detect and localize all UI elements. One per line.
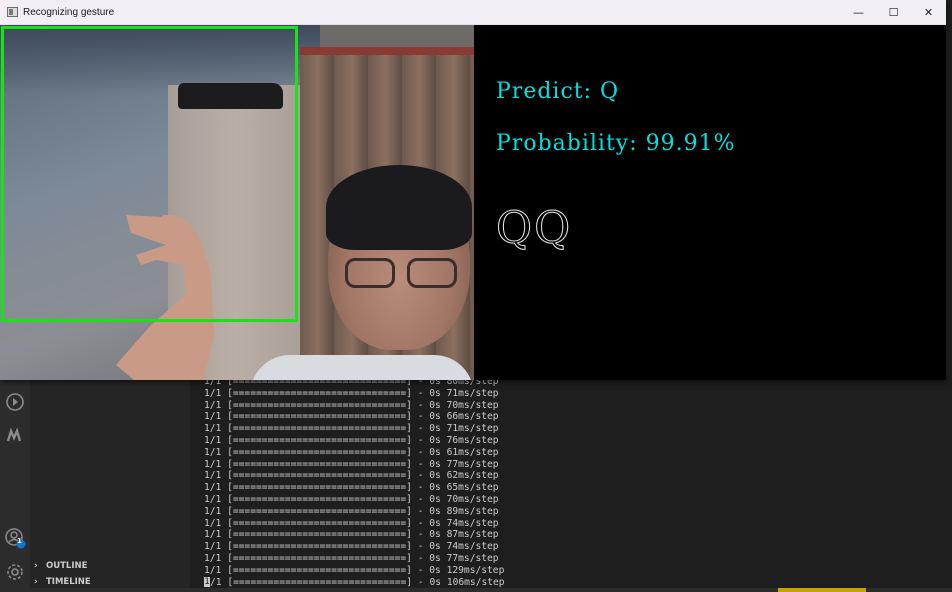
- chevron-right-icon: ›: [34, 561, 38, 571]
- terminal-line: 1/1 [==============================] - 0…: [204, 423, 499, 435]
- run-debug-icon[interactable]: [3, 390, 27, 414]
- account-badge: 1: [17, 537, 22, 545]
- camera-person-hair: [326, 165, 472, 250]
- timeline-label: TIMELINE: [46, 577, 91, 587]
- window-controls: — ☐ ✕: [841, 0, 946, 25]
- predict-label: Predict:: [496, 79, 601, 104]
- roi-box: [1, 26, 298, 322]
- gesture-window: Recognizing gesture — ☐ ✕ Predict: Q Pro…: [0, 0, 946, 380]
- close-button[interactable]: ✕: [911, 0, 946, 25]
- terminal-line: 1/1 [==============================] - 0…: [204, 434, 499, 446]
- terminal-last-line: 1/1 [==============================] - 0…: [204, 576, 952, 589]
- terminal-line: 1/1 [==============================] - 0…: [204, 458, 499, 470]
- terminal-line: 1/1 [==============================] - 0…: [204, 482, 499, 494]
- camera-person-body: [250, 355, 474, 380]
- camera-person-glasses: [345, 258, 463, 290]
- terminal-line: 1/1 [==============================] - 0…: [204, 399, 499, 411]
- recognized-history: QQ: [495, 203, 573, 255]
- terminal-line: 1/1 [==============================] - 0…: [204, 493, 499, 505]
- terminal-panel[interactable]: 1/1 [==============================] - 0…: [190, 376, 952, 592]
- probability-line: Probability: 99.91%: [496, 131, 736, 156]
- probability-label: Probability:: [496, 131, 646, 156]
- maximize-button[interactable]: ☐: [876, 0, 911, 25]
- sidebar-panel: [30, 380, 190, 556]
- predict-line: Predict: Q: [496, 79, 619, 104]
- terminal-line: 1/1 [==============================] - 0…: [204, 564, 505, 576]
- extension-m-icon[interactable]: [3, 424, 27, 448]
- terminal-line: 1/1 [==============================] - 0…: [204, 517, 499, 529]
- glasses-lens-left: [345, 258, 395, 288]
- terminal-line: 1/1 [==============================] - 0…: [204, 470, 499, 482]
- window-title: Recognizing gesture: [23, 6, 115, 18]
- probability-value: 99.91%: [645, 131, 736, 156]
- minimize-button[interactable]: —: [841, 0, 876, 25]
- status-bar-accent: [778, 588, 866, 592]
- terminal-line: 1/1 [==============================] - 0…: [204, 387, 499, 399]
- title-bar[interactable]: Recognizing gesture — ☐ ✕: [0, 0, 946, 25]
- terminal-line: 1/1 [==============================] - 0…: [204, 541, 499, 553]
- settings-gear-icon[interactable]: [3, 560, 27, 584]
- terminal-line: 1/1 [==============================] - 0…: [204, 446, 499, 458]
- terminal-output: 1/1 [==============================] - 0…: [204, 376, 952, 577]
- terminal-line: 1/1 [==============================] - 0…: [204, 529, 499, 541]
- app-icon: [7, 7, 18, 17]
- terminal-line: 1/1 [==============================] - 0…: [204, 505, 499, 517]
- account-icon[interactable]: 1: [3, 526, 27, 550]
- terminal-last-line-text: /1 [==============================] - 0s…: [210, 576, 505, 588]
- status-bar: [0, 588, 952, 592]
- outline-section[interactable]: › OUTLINE: [34, 558, 184, 574]
- terminal-line: 1/1 [==============================] - 0…: [204, 552, 499, 564]
- prediction-panel: Predict: Q Probability: 99.91% QQ: [474, 25, 946, 380]
- terminal-line: 1/1 [==============================] - 0…: [204, 411, 499, 423]
- predict-value: Q: [600, 79, 620, 104]
- chevron-right-icon: ›: [34, 577, 38, 587]
- outline-label: OUTLINE: [46, 561, 88, 571]
- camera-feed: [0, 25, 474, 380]
- window-content: Predict: Q Probability: 99.91% QQ: [0, 25, 946, 380]
- glasses-lens-right: [407, 258, 457, 288]
